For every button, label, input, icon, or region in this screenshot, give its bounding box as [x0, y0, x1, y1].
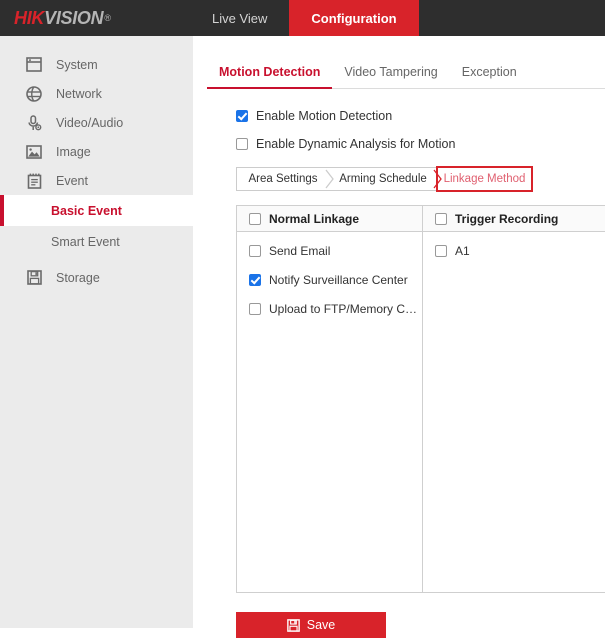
- enable-dynamic-analysis-label: Enable Dynamic Analysis for Motion: [256, 137, 456, 151]
- microphone-icon: [25, 114, 43, 132]
- trigger-recording-select-all-checkbox[interactable]: [435, 212, 447, 225]
- upload-to-ftp-label: Upload to FTP/Memory Card/...: [269, 302, 422, 316]
- sidebar-item-network[interactable]: Network: [0, 79, 193, 108]
- normal-linkage-header[interactable]: Normal Linkage: [237, 206, 422, 232]
- step-area-settings[interactable]: Area Settings: [237, 168, 334, 190]
- save-button[interactable]: Save: [236, 612, 386, 638]
- hikvision-logo: HIK VISION ®: [0, 0, 190, 36]
- sidebar-item-image[interactable]: Image: [0, 137, 193, 166]
- trigger-recording-header[interactable]: Trigger Recording: [423, 206, 605, 232]
- trigger-recording-header-label: Trigger Recording: [455, 211, 559, 226]
- logo-text-hik: HIK: [14, 7, 45, 28]
- upload-to-ftp-checkbox[interactable]: [249, 303, 261, 315]
- linkage-method-table: Normal Linkage Send Email Notify Surveil…: [236, 205, 605, 593]
- main-content: Motion Detection Video Tampering Excepti…: [193, 36, 605, 638]
- sidebar-item-label: Event: [56, 173, 88, 188]
- sidebar-item-label: Video/Audio: [56, 115, 124, 130]
- enable-motion-detection-row[interactable]: Enable Motion Detection: [236, 109, 605, 123]
- step-arming-schedule[interactable]: Arming Schedule: [329, 168, 442, 190]
- enable-dynamic-analysis-checkbox[interactable]: [236, 138, 248, 150]
- send-email-checkbox[interactable]: [249, 245, 261, 257]
- sidebar-item-label: Image: [56, 144, 91, 159]
- settings-body: Enable Motion Detection Enable Dynamic A…: [193, 109, 605, 638]
- sidebar-item-basic-event[interactable]: Basic Event: [0, 195, 193, 226]
- tab-exception[interactable]: Exception: [450, 65, 529, 88]
- step-linkage-method[interactable]: Linkage Method: [437, 167, 532, 191]
- picture-icon: [25, 143, 43, 161]
- normal-linkage-body: Send Email Notify Surveillance Center Up…: [237, 232, 422, 592]
- sidebar-item-system[interactable]: System: [0, 50, 193, 79]
- sidebar-item-label: System: [56, 57, 98, 72]
- window-icon: [25, 56, 43, 74]
- nav-tab-configuration[interactable]: Configuration: [289, 0, 419, 36]
- step-label: Arming Schedule: [339, 173, 427, 185]
- tab-motion-detection[interactable]: Motion Detection: [207, 65, 333, 89]
- enable-dynamic-analysis-row[interactable]: Enable Dynamic Analysis for Motion: [236, 137, 605, 151]
- registered-trademark-icon: ®: [104, 13, 111, 23]
- content-tabs-wrapper: Motion Detection Video Tampering Excepti…: [193, 36, 605, 89]
- tab-video-tampering[interactable]: Video Tampering: [332, 65, 449, 88]
- chevron-right-icon: [433, 169, 442, 189]
- enable-motion-detection-label: Enable Motion Detection: [256, 109, 393, 123]
- sidebar-item-event[interactable]: Event: [0, 166, 193, 195]
- sidebar-subitem-label: Basic Event: [51, 203, 122, 218]
- floppy-disk-icon: [25, 269, 43, 287]
- normal-linkage-header-label: Normal Linkage: [269, 211, 360, 226]
- sidebar-item-storage[interactable]: Storage: [0, 263, 193, 292]
- table-row[interactable]: A1: [435, 244, 605, 258]
- step-breadcrumb: Area Settings Arming Schedule Linkage Me…: [236, 167, 532, 191]
- logo-text-vision: VISION: [44, 7, 104, 28]
- sidebar-item-label: Storage: [56, 270, 100, 285]
- sidebar-item-label: Network: [56, 86, 102, 101]
- notify-surveillance-center-checkbox[interactable]: [249, 274, 261, 286]
- enable-motion-detection-checkbox[interactable]: [236, 110, 248, 122]
- save-button-label: Save: [306, 618, 336, 632]
- sidebar-item-video-audio[interactable]: Video/Audio: [0, 108, 193, 137]
- send-email-label: Send Email: [269, 244, 331, 258]
- table-row[interactable]: Send Email: [249, 244, 422, 258]
- top-header-bar: HIK VISION ® Live View Configuration: [0, 0, 605, 36]
- channel-a1-checkbox[interactable]: [435, 245, 447, 257]
- floppy-disk-icon: [286, 618, 300, 632]
- trigger-recording-body: A1: [423, 232, 605, 592]
- main-navigation: Live View Configuration: [190, 0, 419, 36]
- normal-linkage-select-all-checkbox[interactable]: [249, 212, 261, 225]
- channel-a1-label: A1: [455, 244, 470, 258]
- step-label: Area Settings: [248, 173, 318, 185]
- sidebar: System Network Video/Audio Image Event B…: [0, 36, 193, 628]
- sidebar-subitem-label: Smart Event: [51, 234, 120, 249]
- content-tabs: Motion Detection Video Tampering Excepti…: [207, 52, 605, 89]
- sidebar-item-smart-event[interactable]: Smart Event: [0, 226, 193, 257]
- normal-linkage-column: Normal Linkage Send Email Notify Surveil…: [237, 206, 423, 592]
- table-row[interactable]: Notify Surveillance Center: [249, 273, 422, 287]
- notify-surveillance-center-label: Notify Surveillance Center: [269, 273, 408, 287]
- table-row[interactable]: Upload to FTP/Memory Card/...: [249, 302, 422, 316]
- globe-icon: [25, 85, 43, 103]
- nav-tab-live-view[interactable]: Live View: [190, 0, 289, 36]
- chevron-right-icon: [325, 169, 334, 189]
- step-label: Linkage Method: [443, 173, 526, 185]
- trigger-recording-column: Trigger Recording A1: [423, 206, 605, 592]
- clipboard-icon: [25, 172, 43, 190]
